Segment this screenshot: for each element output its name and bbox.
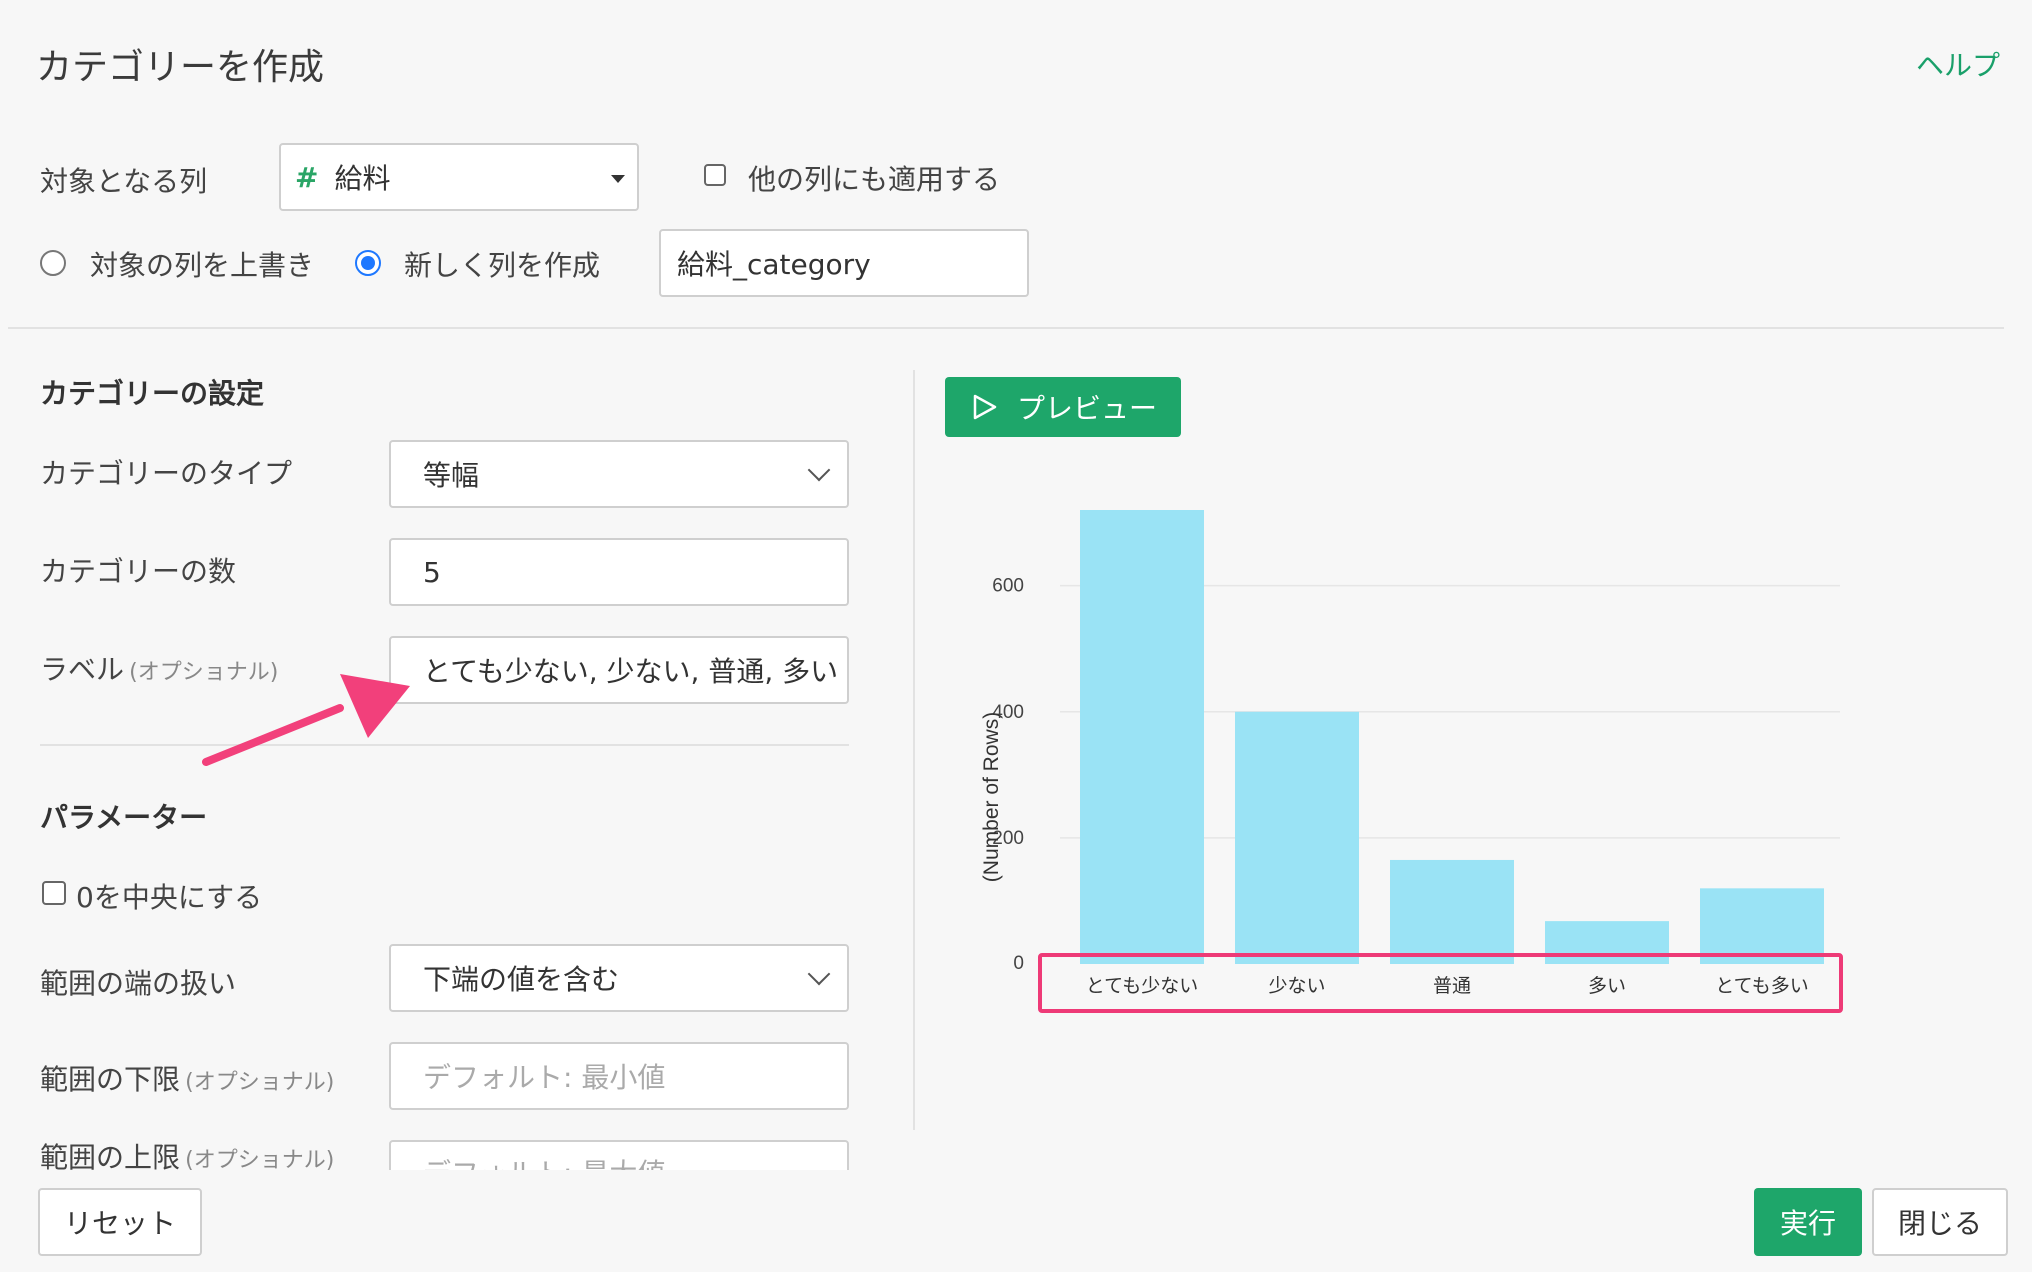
divider xyxy=(8,327,2004,329)
category-count-input[interactable]: 5 xyxy=(389,538,849,606)
preview-button[interactable]: プレビュー xyxy=(945,377,1181,437)
x-tick-label: とても多い xyxy=(1715,975,1808,997)
lower-bound-optional: (オプショナル) xyxy=(185,1070,335,1095)
create-new-label: 新しく列を作成 xyxy=(404,249,601,282)
y-tick-label: 0 xyxy=(1013,953,1024,974)
target-column-label: 対象となる列 xyxy=(40,165,208,198)
arrow-head xyxy=(340,674,410,738)
bar xyxy=(1390,859,1514,964)
labels-input[interactable]: とても少ない, 少ない, 普通, 多い xyxy=(389,636,849,704)
edge-handling-select[interactable]: 下端の値を含む xyxy=(389,944,849,1012)
run-button[interactable]: 実行 xyxy=(1754,1188,1862,1256)
lower-bound-label: 範囲の下限 xyxy=(40,1063,181,1096)
y-tick-label: 600 xyxy=(992,576,1024,597)
numeric-column-icon: # xyxy=(295,160,319,194)
reset-button[interactable]: リセット xyxy=(38,1188,202,1256)
category-type-value: 等幅 xyxy=(423,459,480,492)
bar-chart: 0200400600とても少ない 少ない 普通 多い とても多い(Number of R… xyxy=(980,510,1843,1013)
close-button[interactable]: 閉じる xyxy=(1872,1188,2008,1256)
panel-divider xyxy=(913,370,915,1130)
overwrite-label: 対象の列を上書き xyxy=(90,249,315,282)
bar xyxy=(1080,510,1204,964)
label-label: ラベル xyxy=(40,653,125,686)
annotation-arrow xyxy=(202,674,410,766)
apply-other-columns-checkbox[interactable] xyxy=(704,164,726,186)
upper-bound-optional: (オプショナル) xyxy=(185,1148,335,1170)
lower-bound-input[interactable]: デフォルト: 最小値 xyxy=(389,1042,849,1110)
parameters-heading: パラメーター xyxy=(40,801,208,834)
dialog-title: カテゴリーを作成 xyxy=(36,47,325,88)
center-zero-checkbox[interactable] xyxy=(42,881,66,905)
category-count-label: カテゴリーの数 xyxy=(40,555,237,588)
chevron-down-icon xyxy=(807,458,831,482)
new-column-name-input[interactable]: 給料_category xyxy=(659,229,1029,297)
preview-button-label: プレビュー xyxy=(1016,392,1157,425)
x-tick-label: 少ない xyxy=(1268,975,1325,997)
target-column-value: 給料 xyxy=(334,162,391,195)
caret-down-icon xyxy=(611,175,625,183)
apply-other-columns-label: 他の列にも適用する xyxy=(748,163,1001,196)
arrow-shaft xyxy=(202,704,344,766)
play-icon xyxy=(973,394,997,420)
upper-bound-input[interactable]: デフォルト: 最大値 xyxy=(389,1140,849,1170)
create-new-radio[interactable] xyxy=(355,250,381,276)
category-type-select[interactable]: 等幅 xyxy=(389,440,849,508)
upper-bound-label: 範囲の上限 xyxy=(40,1141,181,1170)
x-tick-label: とても少ない xyxy=(1086,975,1198,997)
x-tick-label: 多い xyxy=(1588,975,1626,997)
lower-bound-label-group: 範囲の下限 (オプショナル) xyxy=(40,1058,334,1098)
x-tick-label: 普通 xyxy=(1433,975,1471,997)
help-link[interactable]: ヘルプ xyxy=(1916,44,2000,84)
scroll-clip: 範囲の上限 (オプショナル) デフォルト: 最大値 xyxy=(0,1140,870,1170)
center-zero-label: 0を中央にする xyxy=(76,881,263,914)
upper-bound-label-group: 範囲の上限 (オプショナル) xyxy=(40,1140,334,1170)
bar xyxy=(1235,711,1359,964)
target-column-select[interactable]: # 給料 xyxy=(279,143,639,211)
y-axis-label: (Number of Rows) xyxy=(980,712,1003,882)
overwrite-radio[interactable] xyxy=(40,250,66,276)
edge-handling-value: 下端の値を含む xyxy=(423,963,620,996)
edge-handling-label: 範囲の端の扱い xyxy=(40,967,237,1000)
divider xyxy=(40,744,849,746)
bar xyxy=(1545,921,1669,964)
category-settings-heading: カテゴリーの設定 xyxy=(40,377,265,410)
category-type-label: カテゴリーのタイプ xyxy=(40,457,293,490)
bar xyxy=(1700,888,1824,964)
chevron-down-icon xyxy=(807,962,831,986)
